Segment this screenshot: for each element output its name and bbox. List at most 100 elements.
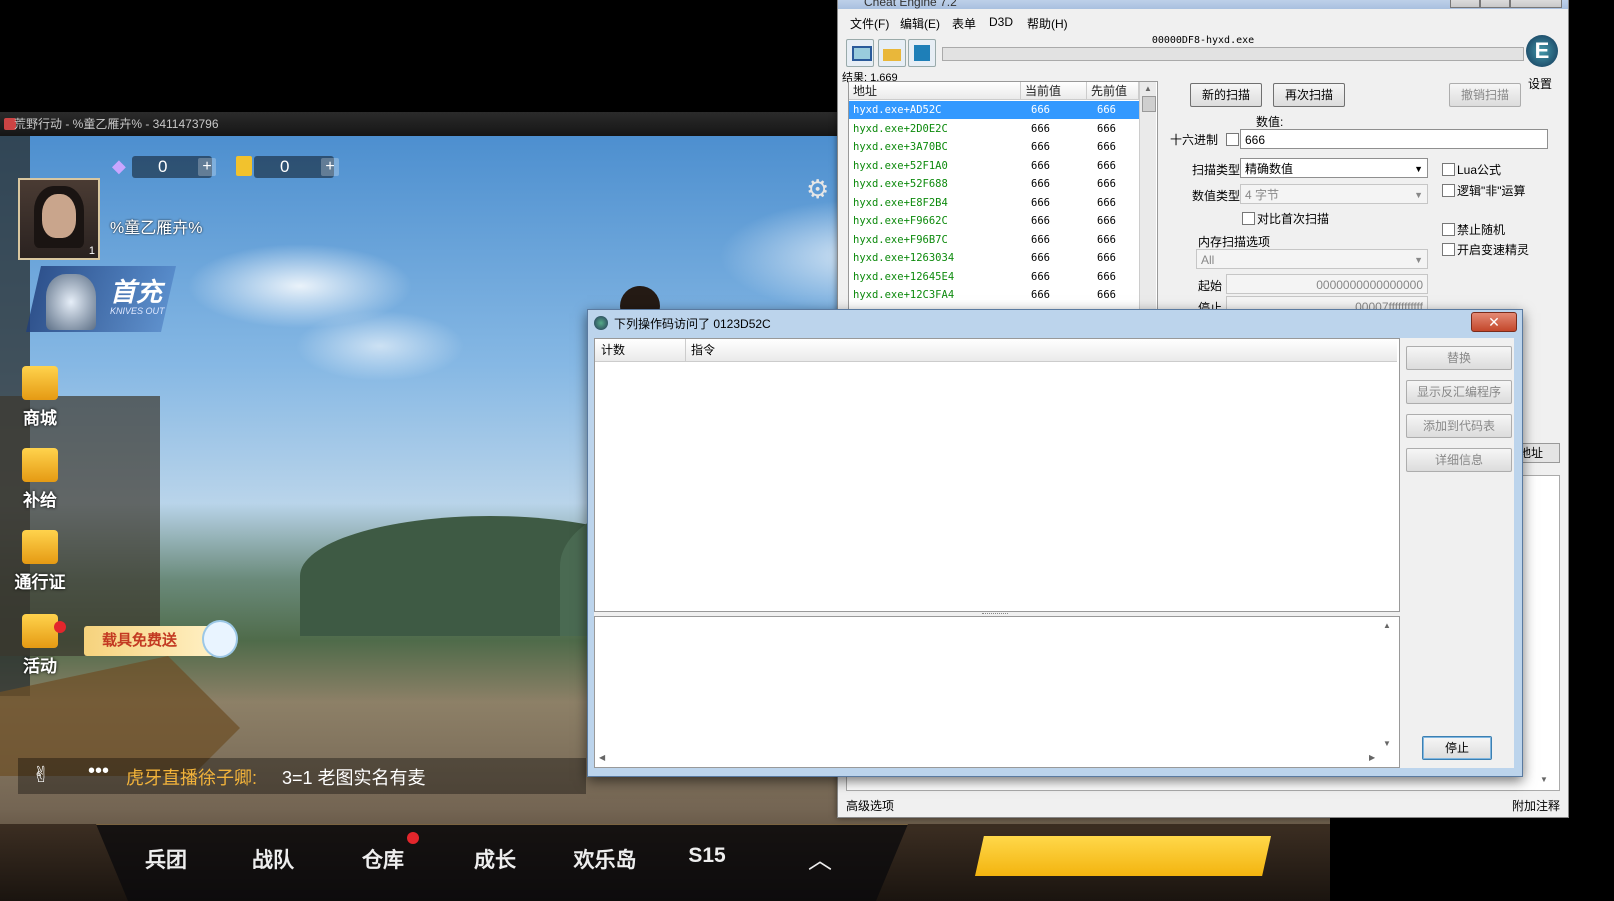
chevron-up-icon[interactable]: ︿ bbox=[808, 840, 832, 875]
ce-app-icon bbox=[594, 316, 608, 330]
close-icon[interactable]: ✕ bbox=[1471, 312, 1517, 332]
chevron-down-icon: ▼ bbox=[1414, 255, 1423, 265]
add-coin-button[interactable]: + bbox=[321, 158, 339, 176]
add-to-codelist-button[interactable]: 添加到代码表 bbox=[1406, 414, 1512, 438]
speedhack-checkbox[interactable] bbox=[1442, 243, 1455, 256]
address-row[interactable]: hyxd.exe+52F1A0 666 666 bbox=[849, 157, 1139, 175]
add-address-button-partial[interactable]: 地址 bbox=[1518, 443, 1560, 463]
mascot-icon[interactable] bbox=[202, 620, 238, 658]
menu-file[interactable]: 文件(F) bbox=[850, 15, 889, 32]
nav-fun-island[interactable]: 欢乐岛 bbox=[565, 844, 645, 874]
pass-button[interactable]: 通行证 bbox=[10, 530, 70, 600]
address-row[interactable]: hyxd.exe+12645E4 666 666 bbox=[849, 268, 1139, 286]
address-row[interactable]: hyxd.exe+F9662C 666 666 bbox=[849, 212, 1139, 230]
value-input[interactable]: 666 bbox=[1240, 129, 1548, 149]
row-current-value: 666 bbox=[1031, 178, 1050, 190]
row-previous-value: 666 bbox=[1097, 233, 1116, 246]
supply-button[interactable]: 补给 bbox=[10, 448, 70, 518]
scroll-up-icon[interactable]: ▲ bbox=[1144, 84, 1152, 93]
lua-formula-checkbox[interactable] bbox=[1442, 163, 1455, 176]
row-address: hyxd.exe+3A70BC bbox=[853, 141, 948, 153]
column-current[interactable]: 当前值 bbox=[1021, 82, 1087, 100]
scroll-down-icon[interactable]: ▼ bbox=[1540, 775, 1548, 784]
row-previous-value: 666 bbox=[1097, 252, 1116, 264]
avatar-level: 1 bbox=[88, 245, 95, 257]
address-row[interactable]: hyxd.exe+1263034 666 666 bbox=[849, 249, 1139, 267]
gear-icon[interactable]: ⚙ bbox=[806, 176, 832, 202]
nav-season[interactable]: S15 bbox=[667, 844, 747, 868]
column-instruction[interactable]: 指令 bbox=[691, 339, 715, 361]
address-row[interactable]: hyxd.exe+AD52C 666 666 bbox=[849, 101, 1139, 119]
more-info-button[interactable]: 详细信息 bbox=[1406, 448, 1512, 472]
nav-team[interactable]: 战队 bbox=[233, 844, 313, 874]
logic-not-checkbox[interactable] bbox=[1442, 184, 1455, 197]
pass-label: 通行证 bbox=[14, 573, 66, 592]
undo-scan-button[interactable]: 撤销扫描 bbox=[1449, 83, 1521, 107]
row-address: hyxd.exe+F9662C bbox=[853, 215, 948, 227]
address-row[interactable]: hyxd.exe+3A70BC 666 666 bbox=[849, 138, 1139, 156]
nav-warehouse[interactable]: 仓库 bbox=[343, 844, 423, 874]
scroll-right-icon[interactable]: ▶ bbox=[1369, 753, 1375, 762]
settings-label[interactable]: 设置 bbox=[1528, 75, 1552, 92]
nav-growth[interactable]: 成长 bbox=[455, 844, 535, 874]
memory-region-select[interactable]: All ▼ bbox=[1196, 249, 1428, 269]
address-row[interactable]: hyxd.exe+E8F2B4 666 666 bbox=[849, 194, 1139, 212]
coin-value: 0 bbox=[280, 157, 290, 176]
value-label: 数值: bbox=[1256, 115, 1284, 129]
stop-button[interactable]: 停止 bbox=[1422, 736, 1492, 760]
address-row[interactable]: hyxd.exe+F96B7C 666 666 bbox=[849, 231, 1139, 249]
scroll-thumb[interactable] bbox=[1142, 96, 1156, 112]
menu-table[interactable]: 表单 bbox=[952, 15, 976, 32]
row-current-value: 666 bbox=[1031, 215, 1050, 227]
minimize-button[interactable] bbox=[1450, 0, 1480, 8]
next-scan-button[interactable]: 再次扫描 bbox=[1273, 83, 1345, 107]
avatar-face bbox=[42, 194, 76, 238]
scan-type-select[interactable]: 精确数值 ▼ bbox=[1240, 158, 1428, 178]
maximize-button[interactable] bbox=[1480, 0, 1510, 8]
scroll-left-icon[interactable]: ◀ bbox=[599, 753, 605, 762]
shop-button[interactable]: 商城 bbox=[10, 366, 70, 436]
ce-logo-icon[interactable]: E bbox=[1526, 35, 1558, 67]
column-address[interactable]: 地址 bbox=[849, 82, 1021, 100]
start-game-button[interactable] bbox=[975, 836, 1271, 876]
compare-first-checkbox[interactable] bbox=[1242, 212, 1255, 225]
show-disassembler-button[interactable]: 显示反汇编程序 bbox=[1406, 380, 1512, 404]
disable-random-checkbox[interactable] bbox=[1442, 223, 1455, 236]
nav-legion[interactable]: 兵团 bbox=[126, 844, 206, 874]
scroll-up-icon[interactable]: ▲ bbox=[1383, 621, 1391, 630]
opcode-list[interactable]: 计数 指令 bbox=[594, 338, 1400, 612]
value-type-select[interactable]: 4 字节 ▼ bbox=[1240, 184, 1428, 204]
row-previous-value: 666 bbox=[1097, 104, 1116, 116]
advanced-options[interactable]: 高级选项 bbox=[846, 797, 894, 814]
game-title: 荒野行动 - %童乙雁卉% - 3411473796 bbox=[14, 117, 219, 131]
row-previous-value: 666 bbox=[1097, 159, 1116, 172]
first-charge-banner[interactable]: 首充 KNIVES OUT bbox=[26, 266, 176, 332]
address-row[interactable]: hyxd.exe+52F688 666 666 bbox=[849, 175, 1139, 193]
address-row[interactable]: hyxd.exe+2D0E2C 666 666 bbox=[849, 120, 1139, 138]
scan-type-value: 精确数值 bbox=[1245, 162, 1294, 176]
attach-notes[interactable]: 附加注释 bbox=[1512, 797, 1560, 814]
soldier-figure bbox=[46, 274, 96, 330]
detail-textbox[interactable]: ▲ ▼ ◀ ▶ bbox=[594, 616, 1400, 768]
column-previous[interactable]: 先前值 bbox=[1087, 82, 1139, 100]
close-button[interactable] bbox=[1510, 0, 1562, 8]
menu-d3d[interactable]: D3D bbox=[989, 15, 1013, 29]
avatar[interactable]: 1 bbox=[18, 178, 100, 260]
start-address-input[interactable]: 0000000000000000 bbox=[1226, 274, 1428, 294]
column-count[interactable]: 计数 bbox=[601, 339, 625, 361]
broadcast-ticker[interactable]: ✌ ••• 虎牙直播徐子卿: 3=1 老图实名有麦 bbox=[18, 758, 586, 794]
add-diamond-button[interactable]: + bbox=[198, 158, 216, 176]
found-address-list[interactable]: 地址 当前值 先前值 ▲ hyxd.exe+AD52C 666 666 hyxd.ex… bbox=[848, 81, 1158, 313]
value-type-label: 数值类型 bbox=[1192, 189, 1241, 203]
menu-edit[interactable]: 编辑(E) bbox=[900, 15, 940, 32]
menu-help[interactable]: 帮助(H) bbox=[1027, 15, 1068, 32]
replace-button[interactable]: 替换 bbox=[1406, 346, 1512, 370]
row-previous-value: 666 bbox=[1097, 270, 1116, 283]
new-scan-button[interactable]: 新的扫描 bbox=[1190, 83, 1262, 107]
scroll-down-icon[interactable]: ▼ bbox=[1383, 739, 1391, 748]
scrollbar[interactable]: ▲ bbox=[1139, 82, 1156, 310]
address-row[interactable]: hyxd.exe+12C3FA4 666 666 bbox=[849, 286, 1139, 304]
hex-checkbox[interactable] bbox=[1226, 133, 1239, 146]
row-current-value: 666 bbox=[1031, 270, 1050, 283]
vehicle-free-banner[interactable]: 载具免费送 bbox=[84, 626, 214, 656]
